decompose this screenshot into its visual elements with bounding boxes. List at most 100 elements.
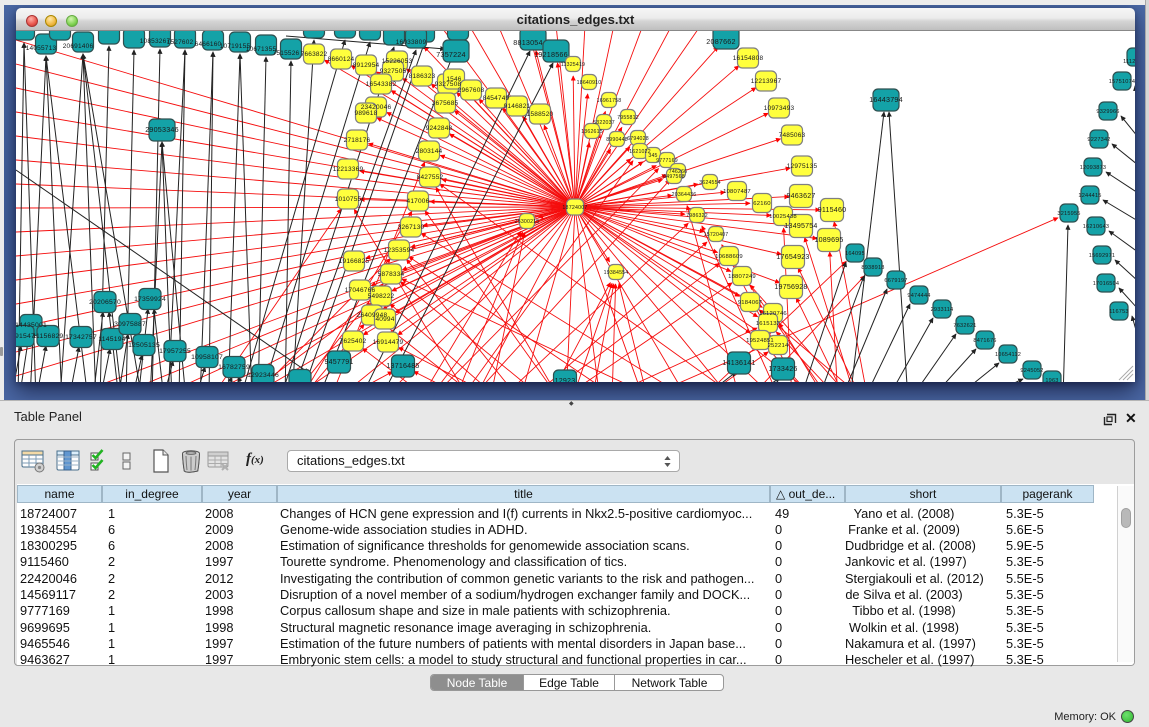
svg-text:1527602: 1527602 [167, 39, 194, 46]
svg-text:8990448: 8990448 [606, 137, 628, 143]
svg-text:16210643: 16210643 [1083, 224, 1110, 230]
svg-text:20206570: 20206570 [89, 299, 121, 306]
svg-text:8454749: 8454749 [483, 95, 510, 102]
svg-text:10025438: 10025438 [769, 214, 797, 220]
svg-text:9184067: 9184067 [738, 300, 762, 306]
svg-text:8912954: 8912954 [353, 62, 380, 69]
svg-text:3675685: 3675685 [432, 100, 459, 107]
svg-text:18640910: 18640910 [577, 80, 602, 86]
svg-text:7955812: 7955812 [617, 115, 639, 121]
svg-text:7625402: 7625402 [340, 338, 367, 345]
svg-text:1089695: 1089695 [814, 236, 843, 244]
svg-text:12213369: 12213369 [333, 166, 364, 173]
svg-text:16154808: 16154808 [733, 55, 764, 62]
svg-text:20364436: 20364436 [672, 192, 697, 198]
svg-text:9327505: 9327505 [380, 68, 407, 75]
svg-text:30975887: 30975887 [114, 321, 146, 328]
svg-text:15751074: 15751074 [1109, 79, 1135, 85]
svg-text:2718176: 2718176 [344, 137, 371, 144]
svg-text:252214: 252214 [768, 343, 789, 349]
svg-text:7663822: 7663822 [301, 51, 328, 58]
svg-text:16543382: 16543382 [366, 81, 397, 88]
svg-text:9474444: 9474444 [907, 293, 930, 299]
svg-text:1733426: 1733426 [768, 365, 797, 373]
svg-text:15692971: 15692971 [1089, 253, 1116, 259]
svg-text:10973493: 10973493 [764, 105, 795, 112]
svg-text:1145194: 1145194 [98, 336, 125, 343]
svg-text:16120746: 16120746 [759, 311, 787, 317]
svg-text:11124: 11124 [1123, 59, 1135, 65]
svg-text:5878334: 5878334 [378, 271, 405, 278]
svg-text:10807487: 10807487 [723, 189, 751, 195]
svg-text:17654923: 17654923 [776, 253, 809, 261]
svg-text:19384554: 19384554 [604, 270, 629, 276]
svg-text:989618: 989618 [355, 110, 378, 117]
svg-text:7515526: 7515526 [273, 50, 300, 57]
svg-text:15226053: 15226053 [382, 58, 413, 65]
svg-text:8660124: 8660124 [328, 56, 355, 63]
svg-text:7357224: 7357224 [436, 50, 465, 59]
svg-text:16961758: 16961758 [597, 98, 622, 104]
svg-text:13716485: 13716485 [386, 362, 419, 370]
svg-text:40994: 40994 [375, 316, 394, 323]
svg-text:62160: 62160 [753, 201, 771, 207]
svg-text:9242848: 9242848 [426, 125, 453, 132]
svg-text:164095: 164095 [845, 251, 865, 257]
svg-text:13495754: 13495754 [784, 222, 817, 230]
svg-text:1588520: 1588520 [527, 111, 554, 118]
svg-text:5498222: 5498222 [368, 293, 395, 300]
svg-text:8813054: 8813054 [513, 38, 542, 47]
svg-text:6679197: 6679197 [884, 278, 907, 284]
svg-text:16443794: 16443794 [869, 95, 903, 104]
svg-text:17342757: 17342757 [65, 334, 97, 341]
svg-text:17016504: 17016504 [1093, 281, 1120, 287]
svg-text:7485063: 7485063 [779, 132, 806, 139]
svg-text:8471676: 8471676 [973, 338, 996, 344]
svg-text:19218566: 19218566 [534, 50, 568, 59]
svg-text:12213967: 12213967 [751, 78, 782, 85]
svg-text:19166825: 19166825 [339, 258, 370, 265]
svg-text:2933114: 2933114 [931, 307, 954, 313]
svg-text:11325419: 11325419 [561, 62, 585, 68]
svg-text:2087662: 2087662 [706, 37, 735, 46]
svg-text:16782759: 16782759 [218, 364, 250, 371]
svg-text:3215955: 3215955 [1057, 211, 1080, 217]
svg-text:18724007: 18724007 [562, 205, 587, 211]
svg-text:9457791: 9457791 [324, 358, 353, 366]
svg-text:9227342: 9227342 [1087, 137, 1110, 143]
svg-text:12975135: 12975135 [787, 163, 818, 170]
svg-text:417006: 417006 [407, 198, 430, 205]
svg-text:20691406: 20691406 [63, 43, 94, 50]
svg-text:19756928: 19756928 [774, 283, 807, 291]
svg-text:1244415: 1244415 [1078, 193, 1101, 199]
svg-text:10958107: 10958107 [191, 354, 223, 361]
svg-text:11156829: 11156829 [33, 333, 64, 340]
svg-text:1615132: 1615132 [756, 321, 780, 327]
svg-text:12505135: 12505135 [128, 342, 160, 349]
svg-text:17957255: 17957255 [159, 348, 191, 355]
svg-text:16033809: 16033809 [396, 39, 427, 46]
svg-text:8427552: 8427552 [417, 174, 444, 181]
svg-text:8938918: 8938918 [861, 265, 884, 271]
svg-text:10654112: 10654112 [995, 352, 1021, 358]
svg-text:25300215: 25300215 [515, 219, 540, 225]
svg-text:12923: 12923 [555, 377, 576, 382]
svg-text:116753: 116753 [1109, 309, 1128, 315]
svg-text:9329966: 9329966 [1096, 109, 1119, 115]
svg-text:29053346: 29053346 [145, 125, 179, 134]
svg-text:14435001: 14435001 [16, 322, 47, 329]
svg-text:1010755: 1010755 [335, 196, 362, 203]
svg-text:6794028: 6794028 [627, 136, 649, 142]
svg-text:9245052: 9245052 [1020, 368, 1043, 374]
svg-text:9777169: 9777169 [656, 158, 678, 164]
svg-text:2803144: 2803144 [416, 148, 443, 155]
svg-text:7632621: 7632621 [953, 323, 976, 329]
svg-text:18807249: 18807249 [728, 274, 756, 280]
svg-text:15720407: 15720407 [704, 232, 729, 238]
svg-text:1546: 1546 [446, 76, 461, 83]
svg-text:3267130: 3267130 [398, 224, 425, 231]
svg-text:12093873: 12093873 [1080, 165, 1107, 171]
svg-text:1362615: 1362615 [581, 129, 603, 135]
svg-text:3624554: 3624554 [699, 180, 721, 186]
svg-text:6466160: 6466160 [195, 41, 222, 48]
